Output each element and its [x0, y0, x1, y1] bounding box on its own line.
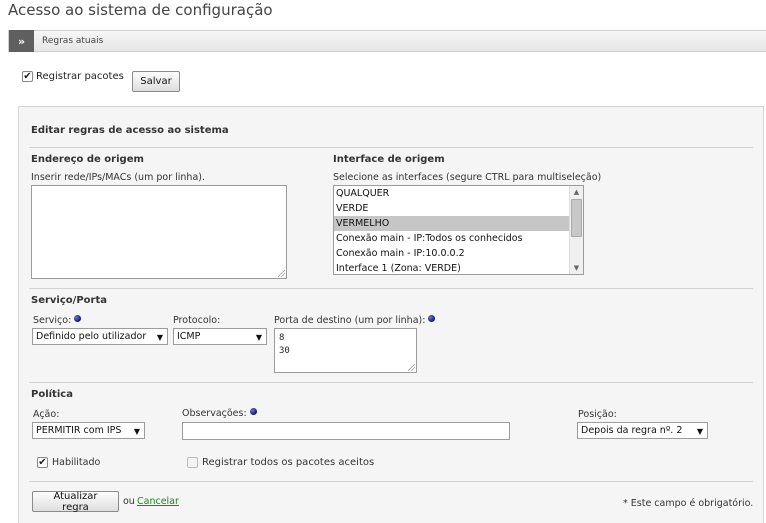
log-packets-checkbox[interactable]: ✔ [22, 71, 33, 82]
source-heading: Endereço de origem [31, 154, 144, 165]
required-note: * Este campo é obrigatório. [623, 498, 754, 509]
panel-title: Editar regras de acesso ao sistema [31, 125, 229, 136]
cancel-link[interactable]: Cancelar [137, 496, 179, 507]
dest-port-label: Porta de destino (um por linha): [274, 315, 426, 326]
interface-option[interactable]: VERDE [334, 201, 570, 216]
or-text: ou [123, 496, 135, 507]
protocol-select[interactable]: ICMP ▼ [173, 328, 267, 345]
dest-port-textarea[interactable]: 8 30 [274, 328, 417, 373]
resize-grip-icon[interactable] [278, 270, 285, 277]
triangle-down-icon: ▼ [255, 333, 262, 342]
section-bar-label: Regras atuais [42, 36, 104, 46]
divider [29, 481, 753, 482]
triangle-down-icon: ▼ [156, 333, 163, 342]
enabled-checkbox[interactable]: ✔ [37, 457, 48, 468]
dest-port-label-wrap: Porta de destino (um por linha): [274, 315, 436, 326]
required-dot-icon [249, 408, 257, 415]
log-packets-label: Registrar pacotes [36, 71, 124, 82]
service-label-wrap: Serviço: [33, 315, 82, 326]
action-select[interactable]: PERMITIR com IPS ▼ [32, 422, 145, 439]
double-chevron-right-icon[interactable]: » [9, 30, 34, 52]
notes-label: Observações: [182, 408, 247, 419]
interface-heading: Interface de origem [333, 154, 445, 165]
log-accepted-checkbox[interactable] [187, 457, 198, 468]
resize-grip-icon[interactable] [408, 364, 415, 371]
log-accepted-row: Registrar todos os pacotes aceitos [187, 457, 374, 468]
interface-option[interactable]: QUALQUER [334, 186, 570, 201]
policy-heading: Política [31, 389, 73, 400]
enabled-row: ✔ Habilitado [37, 457, 100, 468]
interface-option[interactable]: Interface 1 (Zona: VERDE) [334, 261, 570, 274]
action-label: Ação: [33, 409, 60, 420]
divider [29, 288, 753, 289]
position-label: Posição: [578, 409, 617, 420]
service-port-heading: Serviço/Porta [31, 295, 107, 306]
required-dot-icon [428, 315, 436, 322]
position-select[interactable]: Depois da regra nº. 2 ▼ [577, 422, 708, 439]
dest-port-line: 8 [279, 333, 285, 343]
notes-input[interactable] [182, 422, 510, 440]
source-hint: Inserir rede/IPs/MACs (um por linha). [31, 172, 205, 183]
service-label: Serviço: [33, 315, 72, 326]
dest-port-line: 30 [279, 346, 290, 356]
scroll-up-icon[interactable]: ▲ [570, 186, 583, 198]
divider [29, 382, 753, 383]
protocol-select-value: ICMP [177, 331, 201, 342]
interface-hint: Selecione as interfaces (segure CTRL par… [333, 172, 602, 183]
triangle-down-icon: ▼ [696, 427, 703, 436]
edit-rules-panel: Editar regras de acesso ao sistema Ender… [18, 106, 764, 523]
page-title: Acesso ao sistema de configuração [8, 1, 273, 19]
action-select-value: PERMITIR com IPS [36, 425, 122, 436]
log-accepted-label: Registrar todos os pacotes aceitos [202, 457, 375, 468]
interface-listbox[interactable]: QUALQUER VERDE VERMELHO Conexão main - I… [333, 185, 584, 275]
scroll-thumb[interactable] [571, 199, 582, 237]
update-rule-button[interactable]: Atualizar regra [32, 491, 119, 513]
service-select[interactable]: Definido pelo utilizador ▼ [32, 328, 168, 345]
interface-option[interactable]: Conexão main - IP:10.0.0.2 [334, 246, 570, 261]
position-select-value: Depois da regra nº. 2 [581, 425, 683, 436]
protocol-label: Protocolo: [173, 315, 221, 326]
interface-option[interactable]: Conexão main - IP:Todos os conhecidos [334, 231, 570, 246]
interface-scrollbar[interactable]: ▲ ▼ [569, 186, 583, 274]
enabled-label: Habilitado [52, 457, 101, 468]
required-dot-icon [74, 315, 82, 322]
save-button[interactable]: Salvar [132, 71, 180, 92]
notes-label-wrap: Observações: [182, 408, 257, 419]
interface-option-selected[interactable]: VERMELHO [334, 216, 570, 231]
scroll-down-icon[interactable]: ▼ [570, 262, 583, 274]
section-bar-current-rules[interactable]: » Regras atuais [8, 30, 766, 52]
triangle-down-icon: ▼ [133, 427, 140, 436]
service-select-value: Definido pelo utilizador [36, 331, 147, 342]
divider [29, 147, 753, 148]
source-address-textarea[interactable] [31, 185, 287, 279]
log-packets-row: ✔ Registrar pacotes [22, 71, 124, 82]
